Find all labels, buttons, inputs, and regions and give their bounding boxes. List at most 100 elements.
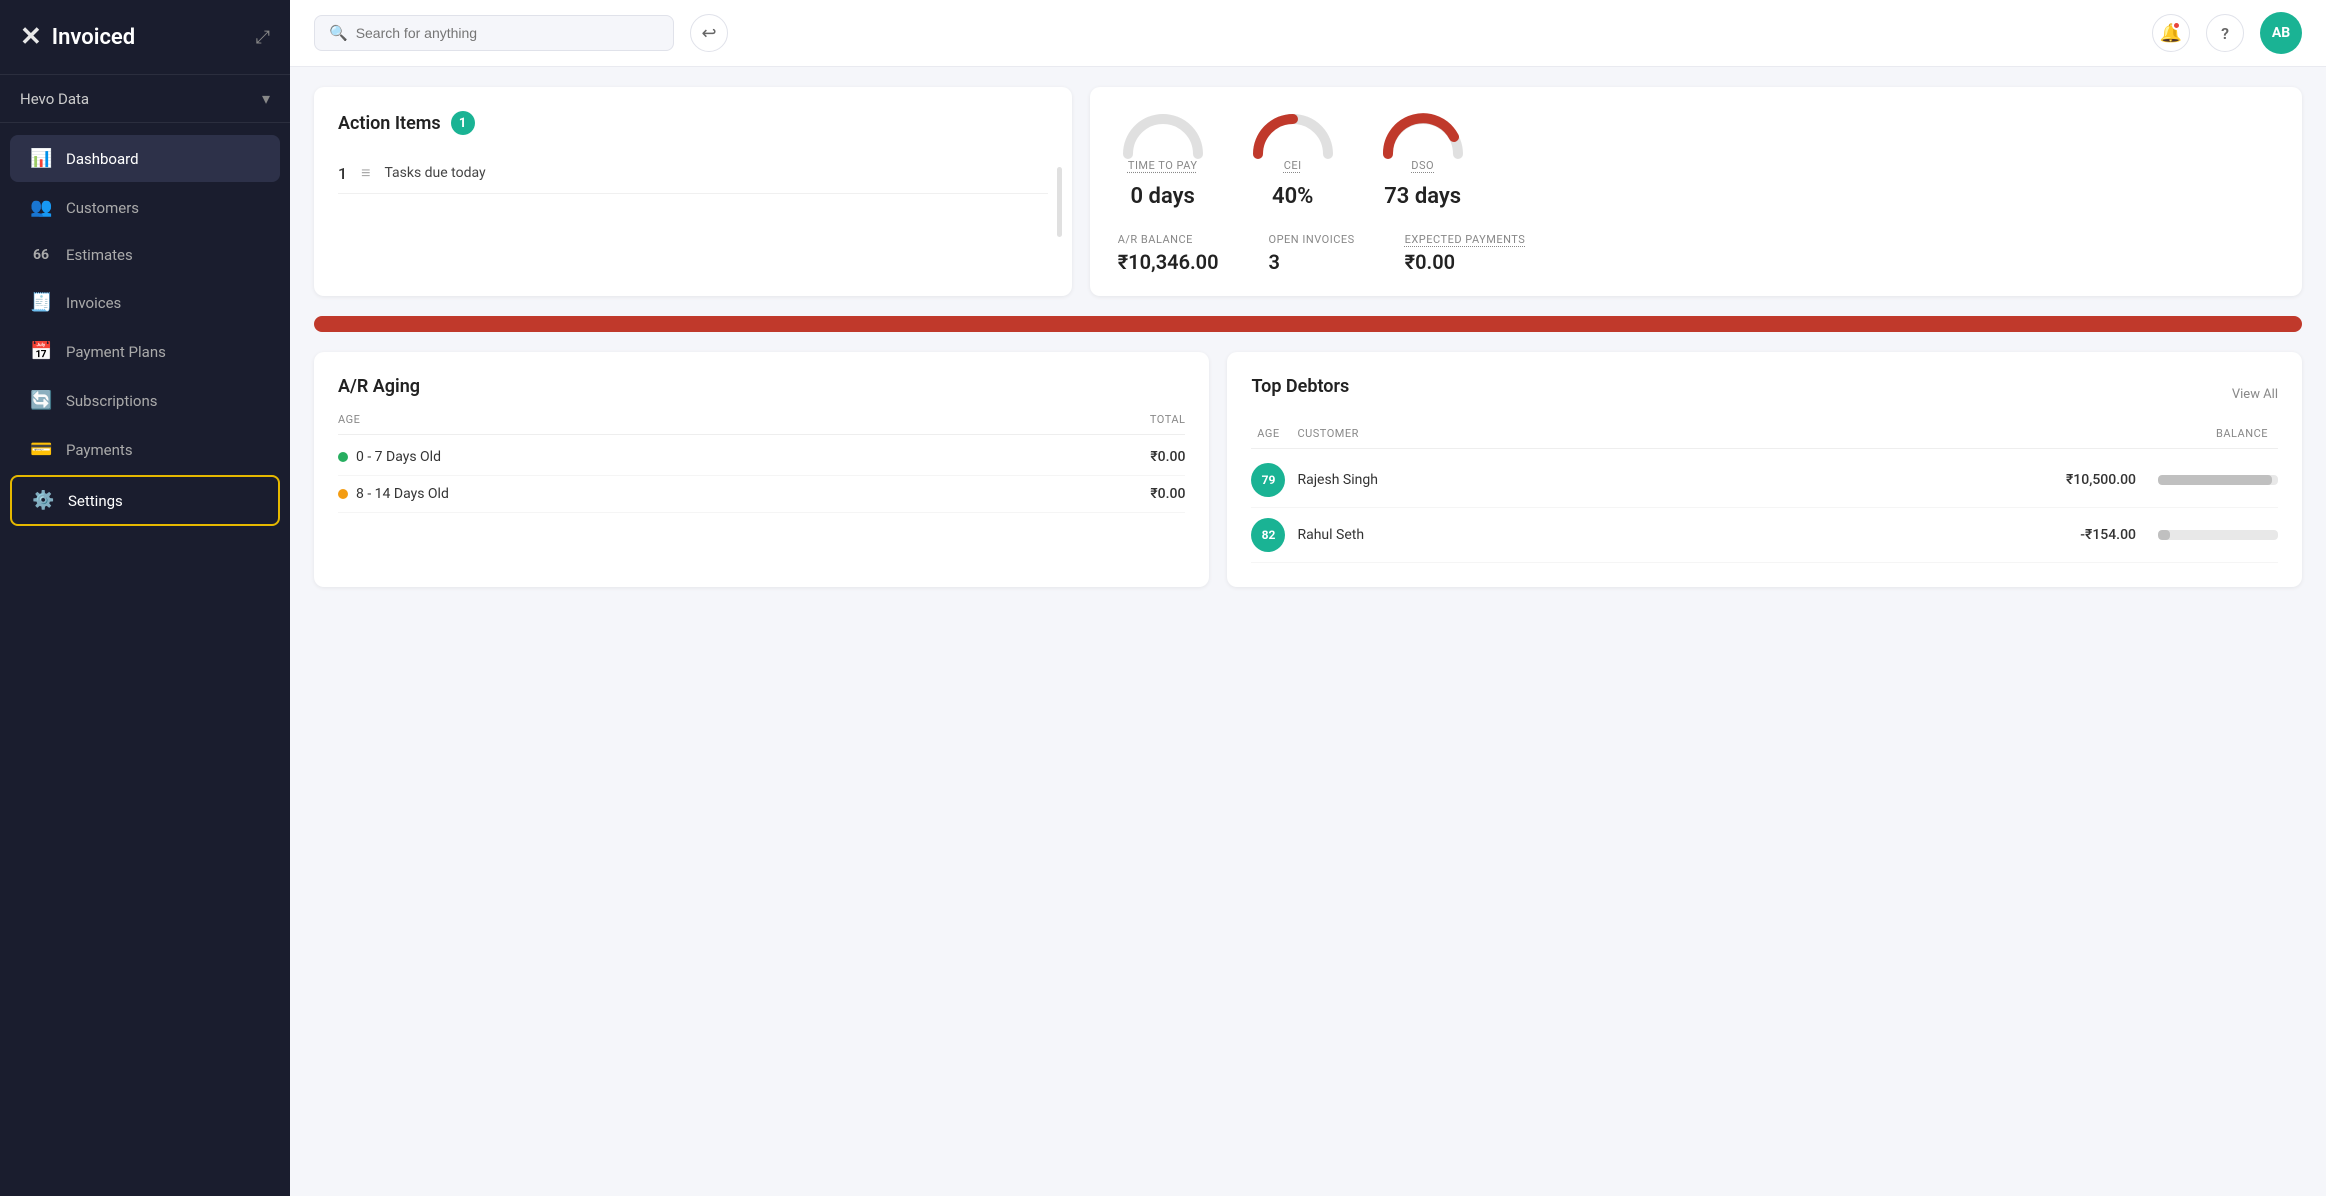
expected-payments-metric: EXPECTED PAYMENTS ₹0.00 bbox=[1405, 233, 1526, 274]
sidebar-item-settings[interactable]: ⚙️ Settings bbox=[10, 475, 280, 526]
cei-gauge: CEI 40% bbox=[1248, 109, 1338, 209]
cei-svg bbox=[1248, 109, 1338, 159]
debtor-balance-header: BALANCE bbox=[2216, 427, 2268, 440]
debtor-name-1: Rahul Seth bbox=[1297, 527, 2068, 543]
sidebar-item-estimates[interactable]: 66 Estimates bbox=[10, 233, 280, 277]
ar-row-1: 8 - 14 Days Old ₹0.00 bbox=[338, 476, 1185, 513]
top-debtors-card: Top Debtors View All AGE CUSTOMER BALANC… bbox=[1227, 352, 2302, 587]
sidebar-item-label: Payment Plans bbox=[66, 343, 166, 361]
dso-gauge: DSO 73 days bbox=[1378, 109, 1468, 209]
age-0: 0 - 7 Days Old bbox=[338, 449, 846, 465]
debtor-avatar-1: 82 bbox=[1251, 518, 1285, 552]
debtor-row-1: 82 Rahul Seth -₹154.00 bbox=[1251, 508, 2278, 563]
action-number: 1 bbox=[338, 164, 347, 183]
search-icon: 🔍 bbox=[329, 24, 348, 42]
search-bar[interactable]: 🔍 bbox=[314, 15, 674, 51]
invoices-icon: 🧾 bbox=[30, 292, 52, 313]
dso-svg bbox=[1378, 109, 1468, 159]
top-debtors-title: Top Debtors bbox=[1251, 376, 1349, 397]
balance-bar-0 bbox=[2158, 475, 2272, 485]
help-button[interactable]: ? bbox=[2206, 14, 2244, 52]
notifications-button[interactable]: 🔔 bbox=[2152, 14, 2190, 52]
dot-0 bbox=[338, 452, 348, 462]
payments-icon: 💳 bbox=[30, 439, 52, 460]
sidebar-item-invoices[interactable]: 🧾 Invoices bbox=[10, 279, 280, 326]
content-area: Action Items 1 1 ≡ Tasks due today bbox=[290, 67, 2326, 1196]
expected-payments-value: ₹0.00 bbox=[1405, 250, 1526, 274]
sidebar-item-label: Estimates bbox=[66, 246, 133, 264]
tasks-icon: ≡ bbox=[361, 163, 370, 183]
search-input[interactable] bbox=[356, 25, 659, 41]
sidebar-item-label: Settings bbox=[68, 492, 123, 510]
open-invoices-value: 3 bbox=[1269, 250, 1355, 274]
debtor-age-header: AGE bbox=[1251, 427, 1285, 440]
logo-icon: ✕ bbox=[20, 22, 42, 52]
action-row: 1 ≡ Tasks due today bbox=[338, 153, 1048, 194]
org-name: Hevo Data bbox=[20, 90, 89, 108]
open-invoices-label: OPEN INVOICES bbox=[1269, 233, 1355, 246]
org-chevron-icon: ▾ bbox=[262, 89, 270, 108]
main-area: 🔍 ↩ 🔔 ? AB Action Items 1 1 ≡ Tas bbox=[290, 0, 2326, 1196]
age-column-header: AGE bbox=[338, 413, 846, 426]
dot-1 bbox=[338, 489, 348, 499]
age-1: 8 - 14 Days Old bbox=[338, 486, 846, 502]
sidebar-item-label: Invoices bbox=[66, 294, 121, 312]
dso-label: DSO bbox=[1411, 159, 1434, 172]
time-to-pay-gauge: TIME TO PAY 0 days bbox=[1118, 109, 1208, 209]
sidebar: ✕ Invoiced ⤢ Hevo Data ▾ 📊 Dashboard 👥 C… bbox=[0, 0, 290, 1196]
debtor-balance-1: -₹154.00 bbox=[2080, 527, 2136, 543]
debtor-balance-0: ₹10,500.00 bbox=[2066, 472, 2136, 488]
ar-balance-label: A/R BALANCE bbox=[1118, 233, 1219, 246]
avatar[interactable]: AB bbox=[2260, 12, 2302, 54]
header: 🔍 ↩ 🔔 ? AB bbox=[290, 0, 2326, 67]
balance-bar-1 bbox=[2158, 530, 2170, 540]
sidebar-item-label: Subscriptions bbox=[66, 392, 157, 410]
debtor-name-0: Rajesh Singh bbox=[1297, 472, 2054, 488]
debtors-table-header: AGE CUSTOMER BALANCE bbox=[1251, 427, 2278, 449]
top-row: Action Items 1 1 ≡ Tasks due today bbox=[314, 87, 2302, 296]
org-switcher[interactable]: Hevo Data ▾ bbox=[0, 75, 290, 123]
bottom-row: A/R Aging AGE TOTAL 0 - 7 Days Old ₹0.00… bbox=[314, 352, 2302, 587]
settings-icon: ⚙️ bbox=[32, 490, 54, 511]
customers-icon: 👥 bbox=[30, 197, 52, 218]
nav-list: 📊 Dashboard 👥 Customers 66 Estimates 🧾 I… bbox=[0, 123, 290, 1196]
sidebar-item-customers[interactable]: 👥 Customers bbox=[10, 184, 280, 231]
ar-balance-value: ₹10,346.00 bbox=[1118, 250, 1219, 274]
debtor-avatar-0: 79 bbox=[1251, 463, 1285, 497]
debtors-header: Top Debtors View All bbox=[1251, 376, 2278, 413]
age-label-1: 8 - 14 Days Old bbox=[356, 486, 449, 502]
balance-bar-container-0 bbox=[2158, 475, 2278, 485]
progress-section bbox=[314, 316, 2302, 332]
ar-row-0: 0 - 7 Days Old ₹0.00 bbox=[338, 439, 1185, 476]
sidebar-item-payments[interactable]: 💳 Payments bbox=[10, 426, 280, 473]
sidebar-item-label: Dashboard bbox=[66, 150, 139, 168]
gauges-row: TIME TO PAY 0 days CEI 40% bbox=[1118, 109, 2274, 209]
sidebar-item-dashboard[interactable]: 📊 Dashboard bbox=[10, 135, 280, 182]
sidebar-item-label: Payments bbox=[66, 441, 133, 459]
logo-inner: ✕ Invoiced bbox=[20, 22, 135, 52]
action-items-title: Action Items 1 bbox=[338, 111, 1048, 135]
sidebar-item-subscriptions[interactable]: 🔄 Subscriptions bbox=[10, 377, 280, 424]
metrics-row: A/R BALANCE ₹10,346.00 OPEN INVOICES 3 E… bbox=[1118, 233, 2274, 274]
dso-value: 73 days bbox=[1384, 184, 1461, 209]
time-to-pay-label: TIME TO PAY bbox=[1128, 159, 1198, 172]
progress-bar bbox=[314, 316, 2302, 332]
sidebar-item-label: Customers bbox=[66, 199, 139, 217]
debtor-customer-header: CUSTOMER bbox=[1297, 427, 2204, 440]
app-name: Invoiced bbox=[52, 25, 135, 50]
payment-plans-icon: 📅 bbox=[30, 341, 52, 362]
open-invoices-metric: OPEN INVOICES 3 bbox=[1269, 233, 1355, 274]
back-button[interactable]: ↩ bbox=[690, 14, 728, 52]
collapse-icon[interactable]: ⤢ bbox=[256, 27, 270, 48]
dashboard-icon: 📊 bbox=[30, 148, 52, 169]
ar-balance-metric: A/R BALANCE ₹10,346.00 bbox=[1118, 233, 1219, 274]
sidebar-item-payment-plans[interactable]: 📅 Payment Plans bbox=[10, 328, 280, 375]
estimates-icon: 66 bbox=[30, 247, 52, 263]
scroll-indicator bbox=[1057, 167, 1062, 237]
view-all-button[interactable]: View All bbox=[2232, 387, 2278, 402]
total-1: ₹0.00 bbox=[846, 486, 1185, 502]
ar-aging-table-header: AGE TOTAL bbox=[338, 413, 1185, 435]
action-label: Tasks due today bbox=[384, 165, 485, 181]
balance-bar-container-1 bbox=[2158, 530, 2278, 540]
notification-dot bbox=[2172, 21, 2181, 30]
